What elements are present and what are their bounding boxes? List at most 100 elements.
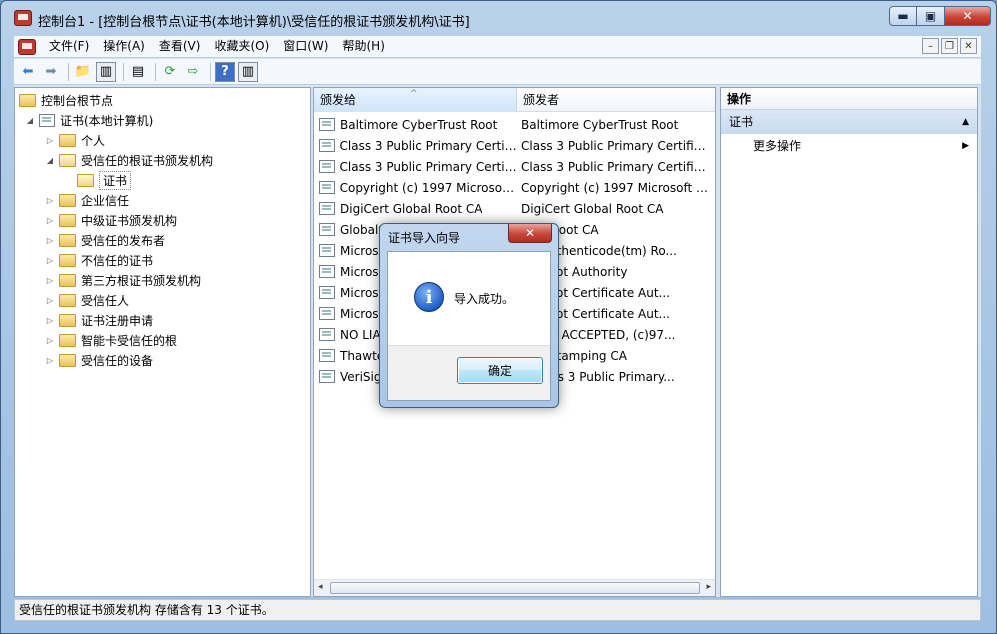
tree-certs-node[interactable]: ◢ 证书(本地计算机) xyxy=(25,110,153,130)
up-folder-icon[interactable]: 📁 xyxy=(73,62,93,82)
menu-help[interactable]: 帮助(H) xyxy=(335,36,391,57)
tree-node-trusted-root[interactable]: ◢ 受信任的根证书颁发机构 xyxy=(45,150,213,170)
collapse-up-icon[interactable]: ▲ xyxy=(962,110,969,134)
tree-node-enrollment-requests[interactable]: ▷ 证书注册申请 xyxy=(45,310,153,330)
dialog-footer: 确定 xyxy=(388,345,550,400)
forward-arrow-icon[interactable]: ➡ xyxy=(41,62,61,82)
tree-label: 企业信任 xyxy=(81,193,130,208)
mdi-buttons: – ❐ ✕ xyxy=(922,38,977,54)
tree-label: 证书(本地计算机) xyxy=(60,113,154,128)
show-hide-action-icon[interactable]: ▥ xyxy=(238,61,258,82)
title-bar[interactable]: 控制台1 - [控制台根节点\证书(本地计算机)\受信任的根证书颁发机构\证书]… xyxy=(1,1,996,34)
expand-icon[interactable]: ◢ xyxy=(25,116,35,125)
menu-view[interactable]: 查看(V) xyxy=(152,36,208,57)
certificate-icon xyxy=(319,286,335,299)
collapsed-icon[interactable]: ▷ xyxy=(45,236,55,245)
back-arrow-icon[interactable]: ⬅ xyxy=(18,62,38,82)
scrollbar-thumb[interactable] xyxy=(330,582,700,594)
folder-icon xyxy=(59,133,76,147)
collapsed-icon[interactable]: ▷ xyxy=(45,296,55,305)
actions-pane: 操作 证书 ▲ 更多操作 ▶ xyxy=(720,87,978,597)
horizontal-scrollbar[interactable]: ◂ ▸ xyxy=(314,579,715,596)
collapsed-icon[interactable]: ▷ xyxy=(45,356,55,365)
folder-open-icon xyxy=(77,173,94,187)
certificate-icon xyxy=(319,181,335,194)
cell-issued-to: Copyright (c) 1997 Microsoft... xyxy=(314,181,517,195)
export-list-icon[interactable]: ⇨ xyxy=(183,62,203,82)
caption-buttons: ▬ ▣ ✕ xyxy=(889,6,991,26)
cell-issued-to: Class 3 Public Primary Certifi... xyxy=(314,160,517,174)
mdi-minimize-button[interactable]: – xyxy=(922,38,939,54)
import-wizard-dialog: 证书导入向导 ✕ i 导入成功。 确定 xyxy=(379,223,559,408)
tree-label: 受信任的发布者 xyxy=(81,233,166,248)
tree-label: 受信任人 xyxy=(81,293,130,308)
certificate-icon xyxy=(319,223,335,236)
window-title: 控制台1 - [控制台根节点\证书(本地计算机)\受信任的根证书颁发机构\证书] xyxy=(38,15,470,30)
tree-label: 控制台根节点 xyxy=(41,93,114,108)
table-row[interactable]: DigiCert Global Root CA DigiCert Global R… xyxy=(314,198,715,219)
table-row[interactable]: Class 3 Public Primary Certifi... Class 3… xyxy=(314,156,715,177)
column-issued-to[interactable]: ^ 颁发给 xyxy=(314,88,517,112)
tree-node-intermediate-ca[interactable]: ▷ 中级证书颁发机构 xyxy=(45,210,177,230)
table-row[interactable]: Baltimore CyberTrust Root Baltimore Cyber… xyxy=(314,114,715,135)
menu-bar: 文件(F) 操作(A) 查看(V) 收藏夹(O) 窗口(W) 帮助(H) – ❐… xyxy=(14,36,981,57)
table-row[interactable]: Class 3 Public Primary Certifi... Class 3… xyxy=(314,135,715,156)
mmc-app-icon[interactable] xyxy=(14,10,32,26)
table-row[interactable]: Copyright (c) 1997 Microsoft... Copyright… xyxy=(314,177,715,198)
more-actions-item[interactable]: 更多操作 ▶ xyxy=(721,134,977,158)
collapsed-icon[interactable]: ▷ xyxy=(45,136,55,145)
actions-section-certificates[interactable]: 证书 ▲ xyxy=(721,110,977,134)
dialog-message: 导入成功。 xyxy=(454,292,515,306)
tree-label: 智能卡受信任的根 xyxy=(81,333,178,348)
issued-to-text: NO LIA xyxy=(340,327,381,342)
close-button[interactable]: ✕ xyxy=(945,6,991,26)
collapsed-icon[interactable]: ▷ xyxy=(45,276,55,285)
tree-node-enterprise-trust[interactable]: ▷ 企业信任 xyxy=(45,190,129,210)
help-icon[interactable]: ? xyxy=(215,61,235,82)
expand-icon[interactable]: ◢ xyxy=(45,156,55,165)
tree-node-smartcard-root[interactable]: ▷ 智能卡受信任的根 xyxy=(45,330,177,350)
scroll-left-icon[interactable]: ◂ xyxy=(318,582,323,592)
collapsed-icon[interactable]: ▷ xyxy=(45,216,55,225)
mdi-close-button[interactable]: ✕ xyxy=(960,38,977,54)
issued-to-text: Class 3 Public Primary Certifi... xyxy=(339,138,518,153)
maximize-button[interactable]: ▣ xyxy=(917,6,945,26)
properties-icon[interactable]: ▤ xyxy=(128,62,148,82)
mdi-restore-button[interactable]: ❐ xyxy=(941,38,958,54)
collapsed-icon[interactable]: ▷ xyxy=(45,196,55,205)
certificate-icon xyxy=(319,202,335,215)
tree-node-trusted-publishers[interactable]: ▷ 受信任的发布者 xyxy=(45,230,165,250)
certificate-icon xyxy=(319,139,335,152)
section-label: 证书 xyxy=(729,115,754,129)
information-icon: i xyxy=(414,282,444,312)
tree-node-untrusted[interactable]: ▷ 不信任的证书 xyxy=(45,250,153,270)
status-bar: 受信任的根证书颁发机构 存储含有 13 个证书。 xyxy=(14,599,981,621)
show-hide-tree-icon[interactable]: ▥ xyxy=(96,61,116,82)
ok-button[interactable]: 确定 xyxy=(457,357,543,384)
tree-node-trusted-people[interactable]: ▷ 受信任人 xyxy=(45,290,129,310)
tree-node-third-party-root[interactable]: ▷ 第三方根证书颁发机构 xyxy=(45,270,201,290)
sort-ascending-icon: ^ xyxy=(410,89,418,99)
menu-file[interactable]: 文件(F) xyxy=(42,36,96,57)
cell-issued-by: Baltimore CyberTrust Root xyxy=(521,117,679,132)
tree-node-certificates[interactable]: 证书 xyxy=(77,170,132,190)
tree-label: 第三方根证书颁发机构 xyxy=(81,273,202,288)
menu-action[interactable]: 操作(A) xyxy=(96,36,152,57)
refresh-icon[interactable]: ⟳ xyxy=(160,62,180,82)
menu-favorites[interactable]: 收藏夹(O) xyxy=(207,36,276,57)
collapsed-icon[interactable]: ▷ xyxy=(45,256,55,265)
tree-root[interactable]: 控制台根节点 xyxy=(19,90,113,110)
scroll-right-icon[interactable]: ▸ xyxy=(706,582,711,592)
certificate-icon xyxy=(319,370,335,383)
document-system-menu-icon[interactable] xyxy=(18,38,36,55)
tree-node-trusted-devices[interactable]: ▷ 受信任的设备 xyxy=(45,350,153,370)
dialog-close-button[interactable]: ✕ xyxy=(508,224,552,243)
collapsed-icon[interactable]: ▷ xyxy=(45,316,55,325)
menu-window[interactable]: 窗口(W) xyxy=(276,36,335,57)
folder-open-icon xyxy=(59,153,76,167)
column-issued-by[interactable]: 颁发者 xyxy=(517,88,715,112)
minimize-button[interactable]: ▬ xyxy=(889,6,917,26)
collapsed-icon[interactable]: ▷ xyxy=(45,336,55,345)
tree-node-personal[interactable]: ▷ 个人 xyxy=(45,130,105,150)
folder-icon xyxy=(59,333,76,347)
